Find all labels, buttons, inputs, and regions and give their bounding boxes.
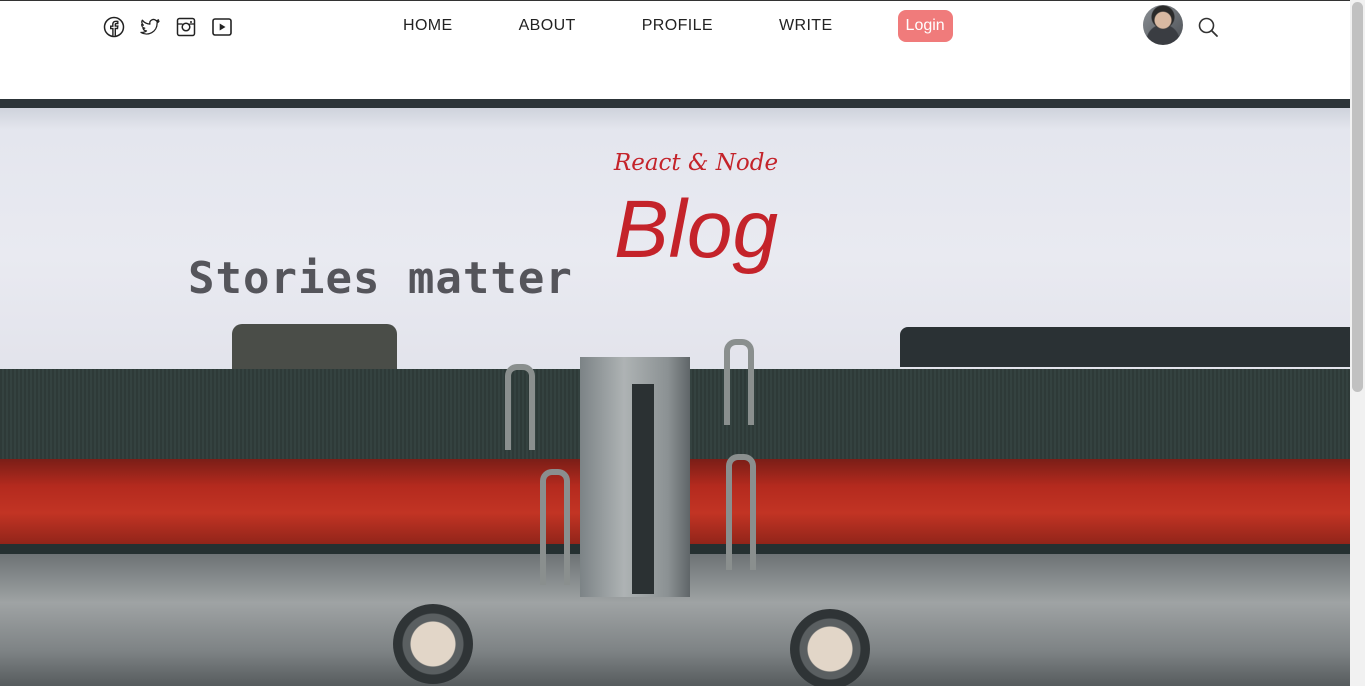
- youtube-icon[interactable]: [211, 16, 233, 38]
- hero-image-bolt: [393, 604, 473, 684]
- login-button[interactable]: Login: [897, 10, 953, 42]
- hero-image-guide-slot: [632, 384, 654, 594]
- hero-image-detail: [232, 324, 397, 369]
- hero-image-bolt: [790, 609, 870, 686]
- hero-subtitle: React & Node: [613, 150, 779, 176]
- hero-image-detail: [900, 327, 1350, 367]
- search-icon[interactable]: [1197, 16, 1219, 38]
- hero-image-hook: [724, 339, 754, 425]
- hero-image-hook: [726, 454, 756, 570]
- instagram-icon[interactable]: [175, 16, 197, 38]
- nav-item-write[interactable]: WRITE: [779, 9, 833, 43]
- facebook-icon[interactable]: [103, 16, 125, 38]
- scrollbar-thumb[interactable]: [1352, 2, 1363, 392]
- main-menu: HOME ABOUT PROFILE WRITE Login: [403, 9, 953, 43]
- hero-image-hook: [505, 364, 535, 450]
- nav-item-about[interactable]: ABOUT: [519, 9, 576, 43]
- social-links: [103, 16, 233, 38]
- hero-title: Blog: [613, 184, 779, 275]
- avatar[interactable]: [1143, 5, 1183, 45]
- hero-image-hook: [540, 469, 570, 585]
- twitter-icon[interactable]: [139, 16, 161, 38]
- nav-item-home[interactable]: HOME: [403, 9, 453, 43]
- nav-item-profile[interactable]: PROFILE: [642, 9, 713, 43]
- top-navbar: HOME ABOUT PROFILE WRITE Login: [0, 1, 1350, 99]
